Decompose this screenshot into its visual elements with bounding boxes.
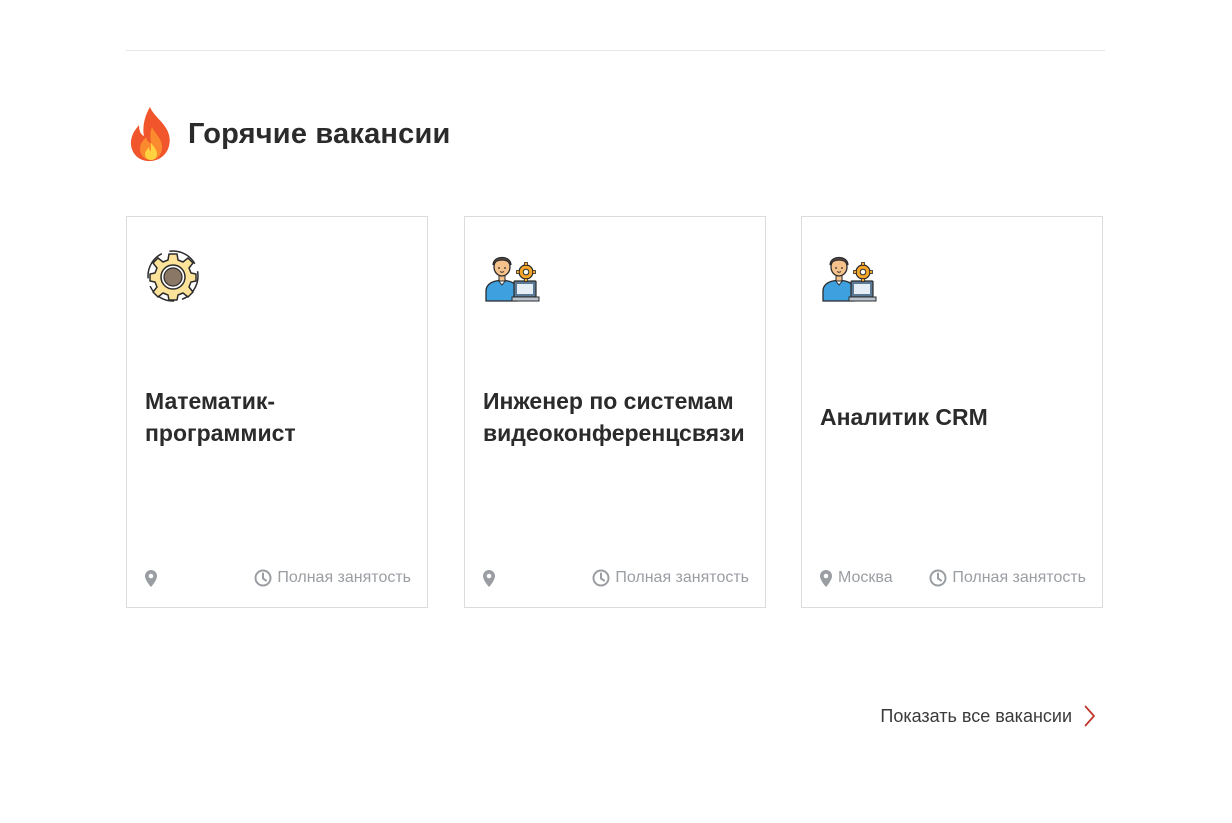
section-title: Горячие вакансии <box>188 117 451 150</box>
chevron-right-icon <box>1084 705 1095 727</box>
clock-icon <box>254 569 272 587</box>
clock-icon <box>929 569 947 587</box>
location-meta <box>483 569 501 587</box>
location-pin-icon <box>145 569 157 587</box>
location-pin-icon <box>820 569 832 587</box>
employment-meta: Полная занятость <box>592 569 749 587</box>
vacancy-title: Математик-программист <box>145 388 296 446</box>
top-divider <box>126 50 1105 51</box>
location-meta <box>145 569 163 587</box>
engineer-icon <box>485 256 540 302</box>
fire-icon <box>130 107 170 162</box>
vacancy-meta: Полная занятость <box>145 567 411 589</box>
gear-icon <box>147 250 199 302</box>
location-meta: Москва <box>820 569 893 587</box>
location-pin-icon <box>483 569 495 587</box>
section-header: Горячие вакансии <box>126 104 451 164</box>
employment-meta: Полная занятость <box>254 569 411 587</box>
show-all-label: Показать все вакансии <box>880 705 1072 726</box>
engineer-icon <box>822 256 877 302</box>
vacancy-title: Аналитик CRM <box>820 404 988 430</box>
vacancy-card[interactable]: Инженер по системам видеоконференцсвязи … <box>464 216 766 608</box>
hot-vacancies-page: Горячие вакансии Математик-программист П… <box>0 0 1232 823</box>
vacancy-meta: Москва Полная занятость <box>820 567 1086 589</box>
vacancy-card[interactable]: Аналитик CRM Москва Полная занятость <box>801 216 1103 608</box>
clock-icon <box>592 569 610 587</box>
employment-meta: Полная занятость <box>929 569 1086 587</box>
employment-text: Полная занятость <box>277 569 411 586</box>
employment-text: Полная занятость <box>615 569 749 586</box>
vacancy-card[interactable]: Математик-программист Полная занятость <box>126 216 428 608</box>
vacancy-title: Инженер по системам видеоконференцсвязи <box>483 388 745 446</box>
employment-text: Полная занятость <box>952 569 1086 586</box>
vacancy-meta: Полная занятость <box>483 567 749 589</box>
location-text: Москва <box>838 569 893 586</box>
show-all-vacancies-link[interactable]: Показать все вакансии <box>880 702 1096 730</box>
